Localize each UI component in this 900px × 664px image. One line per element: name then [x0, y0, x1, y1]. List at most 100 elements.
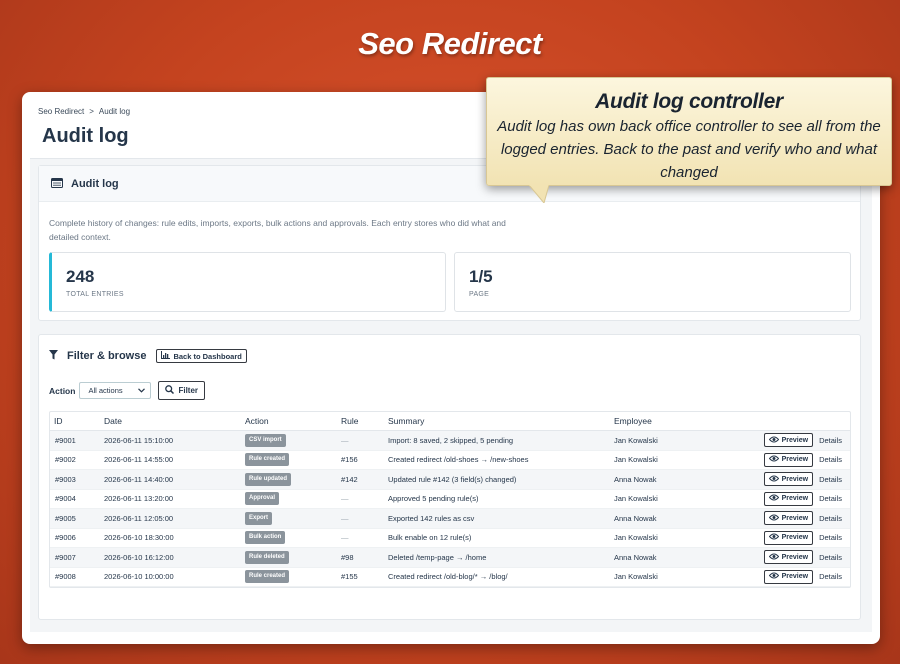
- filter-button[interactable]: Filter: [158, 381, 206, 400]
- eye-icon: [768, 533, 782, 542]
- filter-button-label: Filter: [178, 386, 199, 395]
- details-link[interactable]: Details: [819, 514, 842, 523]
- header-date[interactable]: Date: [104, 416, 245, 426]
- eye-icon: [768, 572, 782, 581]
- callout-title: Audit log controller: [595, 90, 783, 113]
- preview-button[interactable]: Preview: [763, 550, 814, 565]
- details-link[interactable]: Details: [819, 572, 842, 581]
- cell-date: 2026-06-11 14:40:00: [104, 474, 174, 484]
- cell-rule: —: [341, 533, 349, 543]
- preview-button[interactable]: Preview: [763, 530, 814, 545]
- filter-browse-title: Filter & browse: [67, 350, 147, 362]
- cell-date: 2026-06-11 15:10:00: [104, 435, 174, 445]
- cell-action: Rule created: [245, 570, 341, 584]
- table-row: #9008 2026-06-10 10:00:00 Rule created #155…: [50, 568, 850, 587]
- cell-summary: Approved 5 pending rule(s): [388, 494, 479, 504]
- table-body: #9001 2026-06-11 15:10:00 CSV import — Impor…: [50, 431, 850, 587]
- action-badge: Approval: [245, 492, 280, 506]
- cell-id: #9004: [55, 494, 76, 504]
- cell-action: Export: [245, 511, 341, 525]
- preview-button[interactable]: Preview: [763, 452, 814, 467]
- cell-row-actions: Preview Details: [749, 530, 850, 545]
- action-select-value: All actions: [88, 386, 123, 395]
- preview-button[interactable]: Preview: [763, 472, 814, 487]
- header-id[interactable]: ID: [50, 416, 104, 426]
- preview-button[interactable]: Preview: [763, 491, 814, 506]
- header-action[interactable]: Action: [245, 416, 341, 426]
- stat-page: 1/5 PAGE: [454, 252, 851, 312]
- table-row: #9002 2026-06-11 14:55:00 Rule created #156…: [50, 451, 850, 470]
- filter-browse-card: Filter & browse Back to Dashboard Action…: [38, 334, 861, 620]
- cell-id: #9007: [55, 552, 76, 562]
- cell-date: 2026-06-10 16:12:00: [104, 552, 174, 562]
- cell-action: CSV import: [245, 433, 341, 447]
- cell-id: #9001: [55, 435, 76, 445]
- cell-rule: #155: [341, 572, 358, 582]
- breadcrumb-separator: >: [89, 107, 94, 116]
- details-link[interactable]: Details: [819, 533, 842, 542]
- cell-summary: Bulk enable on 12 rule(s): [388, 533, 472, 543]
- eye-icon: [768, 494, 782, 503]
- cell-rule: —: [341, 435, 349, 445]
- preview-label: Preview: [781, 436, 809, 444]
- breadcrumb-current: Audit log: [98, 107, 131, 116]
- cell-id: #9008: [55, 572, 76, 582]
- stat-label: PAGE: [469, 291, 490, 298]
- cell-date: 2026-06-10 18:30:00: [104, 533, 174, 543]
- details-link[interactable]: Details: [819, 494, 842, 503]
- eye-icon: [768, 514, 782, 523]
- details-link[interactable]: Details: [819, 455, 842, 464]
- action-badge: Rule created: [245, 570, 290, 584]
- audit-log-card-title: Audit log: [71, 177, 119, 190]
- eye-icon: [768, 475, 782, 484]
- promo-callout: Audit log controller Audit log has own b…: [486, 77, 892, 186]
- cell-employee: Jan Kowalski: [614, 435, 658, 445]
- preview-button[interactable]: Preview: [763, 511, 814, 526]
- cell-summary: Deleted /temp-page → /home: [388, 552, 487, 562]
- preview-label: Preview: [781, 514, 809, 522]
- cell-rule: —: [341, 513, 349, 523]
- table-header: ID Date Action Rule Summary Employee: [50, 412, 850, 431]
- bar-chart-icon: [161, 351, 173, 361]
- details-link[interactable]: Details: [819, 475, 842, 484]
- preview-button[interactable]: Preview: [763, 569, 814, 584]
- audit-log-table: ID Date Action Rule Summary Employee #90…: [49, 411, 851, 588]
- header-summary[interactable]: Summary: [388, 416, 614, 426]
- cell-summary: Updated rule #142 (3 field(s) changed): [388, 474, 517, 484]
- header-employee[interactable]: Employee: [614, 416, 749, 426]
- action-badge: Rule created: [245, 453, 290, 467]
- cell-employee: Anna Nowak: [614, 474, 657, 484]
- preview-label: Preview: [781, 573, 809, 581]
- cell-rule: #98: [341, 552, 354, 562]
- cell-action: Rule created: [245, 453, 341, 467]
- table-row: #9001 2026-06-11 15:10:00 CSV import — Impor…: [50, 431, 850, 451]
- cell-employee: Anna Nowak: [614, 552, 657, 562]
- action-badge: Rule deleted: [245, 550, 289, 564]
- cell-employee: Anna Nowak: [614, 513, 657, 523]
- page-title: Audit log: [42, 125, 129, 147]
- stat-total-entries: 248 TOTAL ENTRIES: [49, 252, 446, 312]
- cell-action: Rule updated: [245, 472, 341, 486]
- cell-summary: Import: 8 saved, 2 skipped, 5 pending: [388, 435, 514, 445]
- promo-title: Seo Redirect: [358, 26, 542, 61]
- cell-rule: #142: [341, 474, 358, 484]
- cell-employee: Jan Kowalski: [614, 455, 658, 465]
- details-link[interactable]: Details: [819, 436, 842, 445]
- details-link[interactable]: Details: [819, 553, 842, 562]
- action-select[interactable]: All actions: [79, 382, 152, 399]
- header-rule[interactable]: Rule: [341, 416, 388, 426]
- cell-date: 2026-06-10 10:00:00: [104, 572, 174, 582]
- cell-action: Rule deleted: [245, 550, 341, 564]
- action-badge: Rule updated: [245, 472, 292, 486]
- cell-date: 2026-06-11 14:55:00: [104, 455, 174, 465]
- stat-label: TOTAL ENTRIES: [66, 291, 124, 298]
- cell-action: Approval: [245, 492, 341, 506]
- filter-icon: [49, 347, 58, 365]
- chevron-down-icon: [138, 386, 146, 395]
- cell-date: 2026-06-11 13:20:00: [104, 494, 174, 504]
- breadcrumb-parent[interactable]: Seo Redirect: [38, 107, 84, 116]
- cell-summary: Created redirect /old-shoes → /new-shoes: [388, 455, 529, 465]
- cell-rule: #156: [341, 455, 358, 465]
- preview-button[interactable]: Preview: [763, 433, 814, 448]
- back-to-dashboard-button[interactable]: Back to Dashboard: [156, 349, 247, 363]
